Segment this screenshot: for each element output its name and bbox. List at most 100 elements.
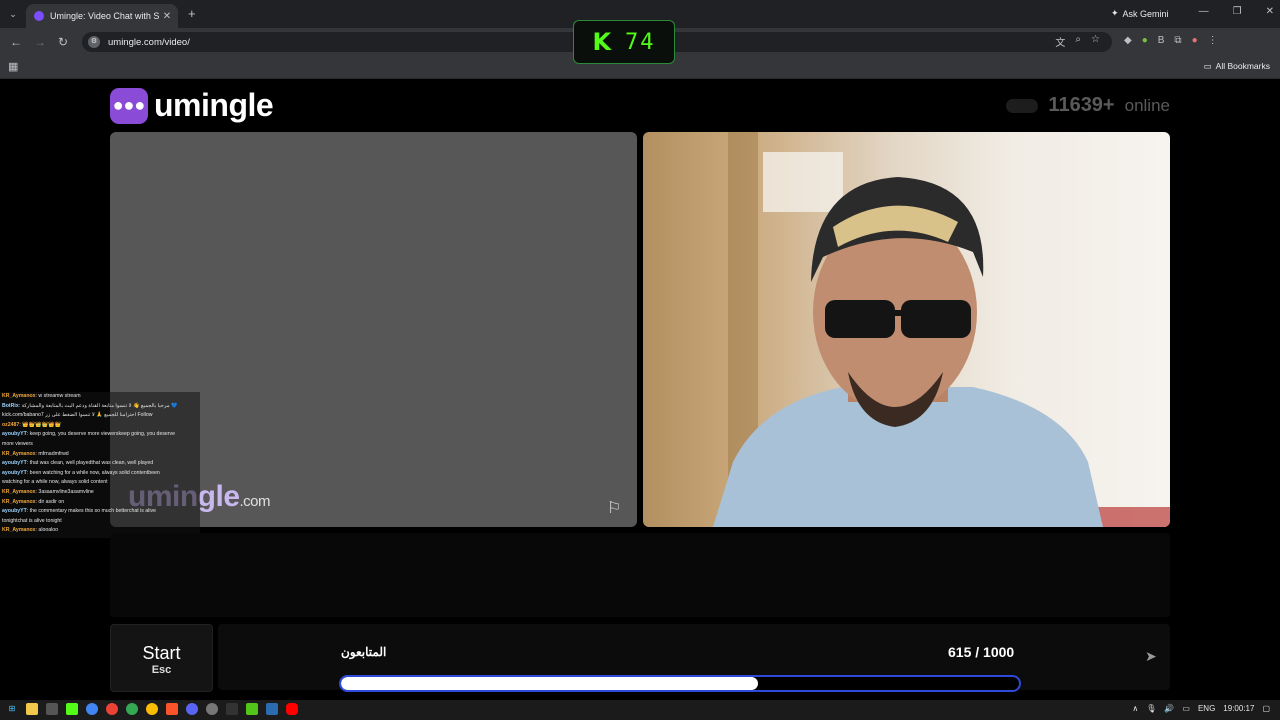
chat-line: tonightchat is alive tonight bbox=[0, 517, 200, 527]
browser-tab[interactable]: Umingle: Video Chat with S ✕ bbox=[26, 4, 178, 28]
forward-arrow-icon[interactable]: → bbox=[34, 35, 46, 49]
chrome-icon-3[interactable] bbox=[126, 703, 138, 715]
reload-icon[interactable]: ↻ bbox=[58, 35, 68, 49]
umingle-favicon-icon bbox=[34, 11, 44, 21]
stream-chat-overlay: KR_Aymanox: w streamw stream BotRix: مرحب… bbox=[0, 392, 200, 538]
browser-menu-icon[interactable]: ⋮ bbox=[1208, 35, 1218, 46]
volume-icon[interactable]: 🔊 bbox=[1164, 704, 1174, 713]
chat-username: KR_Aymanox bbox=[2, 450, 36, 457]
file-explorer-icon[interactable] bbox=[26, 703, 38, 715]
brand-name: umingle bbox=[154, 87, 274, 123]
self-webcam-video bbox=[643, 132, 1170, 527]
chat-message: more viewers bbox=[2, 440, 33, 447]
extensions-puzzle-icon[interactable]: ⧉ bbox=[1174, 35, 1181, 46]
microphone-icon[interactable]: 🎙 bbox=[1146, 704, 1156, 713]
online-label: online bbox=[1124, 95, 1170, 115]
watermark-tld: .com bbox=[239, 493, 271, 510]
followers-count: 615 / 1000 bbox=[948, 644, 1015, 660]
extension-diamond-icon[interactable]: ◆ bbox=[1124, 35, 1132, 46]
ask-gemini-label: Ask Gemini bbox=[1122, 8, 1169, 19]
start-label: Start bbox=[142, 643, 181, 663]
chat-message: : the commentary makes this so much bett… bbox=[26, 508, 156, 515]
chrome-icon-2[interactable] bbox=[106, 703, 118, 715]
windows-start-icon[interactable]: ⊞ bbox=[6, 703, 18, 715]
chat-username: ayoubyYT bbox=[2, 431, 27, 438]
youtube-icon[interactable] bbox=[286, 703, 298, 715]
folder-icon: ▭ bbox=[1203, 61, 1212, 71]
chat-username: KR_Aymanox bbox=[2, 393, 36, 399]
ask-gemini-button[interactable]: ✦ Ask Gemini bbox=[1105, 6, 1175, 21]
chat-username: ayoubyYT bbox=[2, 469, 27, 476]
tab-list-chevron-icon[interactable]: ⌄ bbox=[6, 7, 20, 21]
chat-line: ayoubyYT: been watching for a while now,… bbox=[0, 469, 200, 479]
followers-progress-bar bbox=[339, 675, 1021, 692]
language-indicator[interactable]: ENG bbox=[1198, 704, 1215, 713]
blue-app-icon[interactable] bbox=[266, 703, 278, 715]
chat-message: : mfrnadmfrwd bbox=[35, 450, 69, 457]
back-arrow-icon[interactable]: ← bbox=[10, 35, 22, 49]
translate-icon[interactable]: 文 bbox=[1055, 34, 1065, 49]
chat-username: ayoubyYT bbox=[2, 460, 27, 467]
chat-message: : keep going, you deserve more viewerske… bbox=[26, 431, 176, 438]
tray-chevron-icon[interactable]: ∧ bbox=[1132, 704, 1138, 713]
network-icon[interactable]: ▭ bbox=[1182, 704, 1190, 713]
start-shortcut-hint: Esc bbox=[151, 664, 172, 676]
chat-line: KR_Aymanox: mfrnadmfrwd bbox=[0, 450, 200, 460]
chat-message: : been watching for a while now, always … bbox=[26, 469, 160, 476]
kick-app-icon[interactable] bbox=[66, 703, 78, 715]
chat-username: BotRix bbox=[2, 402, 19, 409]
maximize-icon[interactable]: ❐ bbox=[1233, 6, 1242, 17]
capcut-icon[interactable] bbox=[226, 703, 238, 715]
chat-username: KR_Aymanox bbox=[2, 498, 36, 505]
extension-green-icon[interactable]: ● bbox=[1142, 35, 1148, 46]
chat-line: more viewers bbox=[0, 440, 200, 450]
profile-avatar-icon[interactable]: ● bbox=[1192, 35, 1198, 46]
tab-close-icon[interactable]: ✕ bbox=[160, 11, 174, 22]
window-controls: — ❐ ✕ bbox=[1199, 6, 1274, 17]
apps-grid-icon[interactable]: ▦ bbox=[8, 60, 18, 73]
notification-icon[interactable]: ▢ bbox=[1262, 704, 1270, 713]
taskbar-apps: ⊞ bbox=[6, 703, 298, 715]
chat-message: : alooaloo bbox=[35, 527, 59, 534]
send-arrow-icon[interactable]: ➤ bbox=[1145, 648, 1157, 665]
zoom-icon[interactable]: ⌕ bbox=[1075, 34, 1081, 49]
extension-b-icon[interactable]: B bbox=[1158, 35, 1165, 46]
bookmark-star-icon[interactable]: ☆ bbox=[1091, 34, 1100, 49]
chat-line: watching for a while now, always solid c… bbox=[0, 478, 200, 488]
chat-line: ayoubyYT: that was clean, well playedtha… bbox=[0, 459, 200, 469]
online-count: 11639+ bbox=[1048, 94, 1115, 116]
url-text: umingle.com/video/ bbox=[108, 36, 190, 48]
chat-line: ayoubyYT: keep going, you deserve more v… bbox=[0, 430, 200, 440]
chat-line: kick.com/babano7 احترامنا للجميع 🙏 لا تن… bbox=[0, 411, 200, 421]
new-tab-button[interactable]: + bbox=[188, 6, 196, 21]
chat-messages-area[interactable] bbox=[110, 533, 1170, 617]
webcam-person-image bbox=[713, 132, 1170, 527]
chat-message: watching for a while now, always solid c… bbox=[2, 479, 108, 486]
close-window-icon[interactable]: ✕ bbox=[1266, 6, 1274, 17]
calendar-app-icon[interactable] bbox=[46, 703, 58, 715]
chat-username: KR_Aymanox bbox=[2, 488, 36, 495]
report-flag-icon[interactable]: ⚐ bbox=[607, 498, 621, 518]
chat-username: ayoubyYT bbox=[2, 508, 27, 515]
green-app-icon[interactable] bbox=[246, 703, 258, 715]
discord-icon[interactable] bbox=[186, 703, 198, 715]
chat-message: tonightchat is alive tonight bbox=[2, 517, 62, 524]
all-bookmarks-button[interactable]: ▭ All Bookmarks bbox=[1204, 61, 1270, 72]
chat-username: oz2487 bbox=[2, 421, 20, 428]
online-toggle-pill bbox=[1006, 98, 1039, 113]
minimize-icon[interactable]: — bbox=[1199, 6, 1209, 17]
chat-message: : 3asaamvline3asamvline bbox=[35, 488, 94, 495]
brave-icon[interactable] bbox=[166, 703, 178, 715]
chat-message: : dir asdir on bbox=[35, 498, 65, 505]
chat-line: KR_Aymanox: dir asdir on bbox=[0, 498, 200, 508]
umingle-logo[interactable]: ●●● umingle bbox=[110, 87, 274, 124]
site-info-icon[interactable]: ⚙ bbox=[88, 36, 100, 48]
settings-app-icon[interactable] bbox=[206, 703, 218, 715]
clock-time[interactable]: 19:00:17 bbox=[1223, 704, 1254, 713]
chrome-icon-4[interactable] bbox=[146, 703, 158, 715]
chat-bubble-logo-icon: ●●● bbox=[110, 87, 148, 124]
all-bookmarks-label: All Bookmarks bbox=[1215, 61, 1270, 71]
chrome-icon-1[interactable] bbox=[86, 703, 98, 715]
gemini-sparkle-icon: ✦ bbox=[1111, 8, 1119, 18]
start-button[interactable]: Start Esc bbox=[110, 624, 213, 692]
